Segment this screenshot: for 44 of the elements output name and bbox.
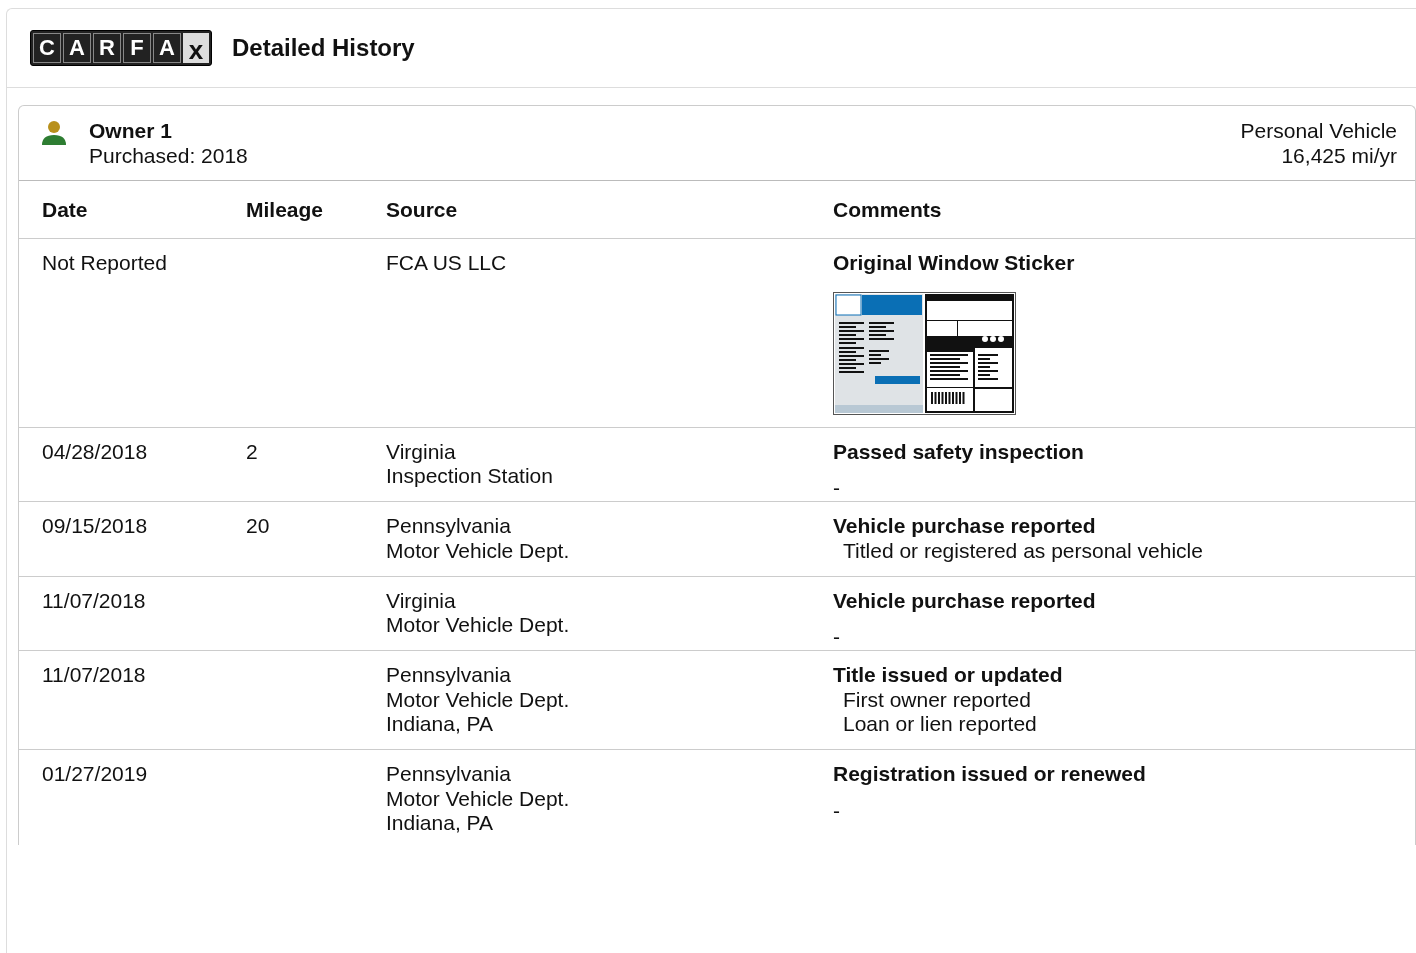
source-line: Pennsylvania	[386, 762, 512, 787]
comment-title: Passed safety inspection	[833, 439, 1085, 465]
date-cell: 11/07/2018	[42, 588, 146, 612]
purchase-year: Purchased: 2018	[89, 143, 248, 168]
comment-detail: Loan or lien reported	[842, 712, 1038, 738]
column-header: Mileage	[246, 197, 325, 222]
date-cell: 11/07/2018	[42, 662, 146, 686]
comment-title: Title issued or updated	[833, 662, 1064, 688]
column-header: Date	[42, 197, 89, 222]
comment-title: Vehicle purchase reported	[833, 514, 1097, 539]
source-line: Inspection Station	[386, 464, 554, 490]
person-icon	[41, 120, 67, 146]
date-cell: 04/28/2018	[42, 439, 148, 463]
comment-title: Registration issued or renewed	[833, 762, 1147, 787]
mileage-cell: 2	[246, 439, 258, 463]
comment-note: -	[833, 798, 841, 824]
source-line: Motor Vehicle Dept.	[386, 786, 571, 812]
column-header: Comments	[833, 197, 943, 222]
date-cell: 09/15/2018	[42, 514, 148, 538]
source-line: Motor Vehicle Dept.	[386, 687, 571, 713]
source-line: Virginia	[386, 439, 457, 465]
comment-note: -	[833, 476, 841, 502]
mileage-cell: 20	[246, 514, 270, 538]
source-line: Motor Vehicle Dept.	[386, 538, 571, 564]
source-line: Virginia	[386, 588, 457, 614]
owner-name: Owner 1	[89, 118, 173, 143]
comment-title: Vehicle purchase reported	[833, 588, 1097, 614]
comment-note: -	[833, 625, 841, 650]
annual-mileage: 16,425 mi/yr	[1281, 143, 1397, 168]
page-title: Detailed History	[232, 34, 415, 62]
source-line: Pennsylvania	[386, 662, 512, 688]
source-line: FCA US LLC	[386, 251, 508, 276]
source-line: Motor Vehicle Dept.	[386, 613, 571, 638]
column-header: Source	[386, 197, 459, 222]
source-line: Indiana, PA	[386, 811, 495, 837]
carfax-logo: C A R F A x	[30, 30, 212, 66]
date-cell: 01/27/2019	[42, 762, 148, 786]
source-line: Pennsylvania	[386, 514, 512, 539]
comment-detail: First owner reported	[842, 687, 1032, 713]
comment-detail: Titled or registered as personal vehicle	[842, 538, 1204, 564]
date-cell: Not Reported	[42, 251, 167, 274]
source-line: Indiana, PA	[386, 712, 495, 738]
comment-title: Original Window Sticker	[833, 251, 1076, 276]
vehicle-type: Personal Vehicle	[1240, 118, 1397, 143]
